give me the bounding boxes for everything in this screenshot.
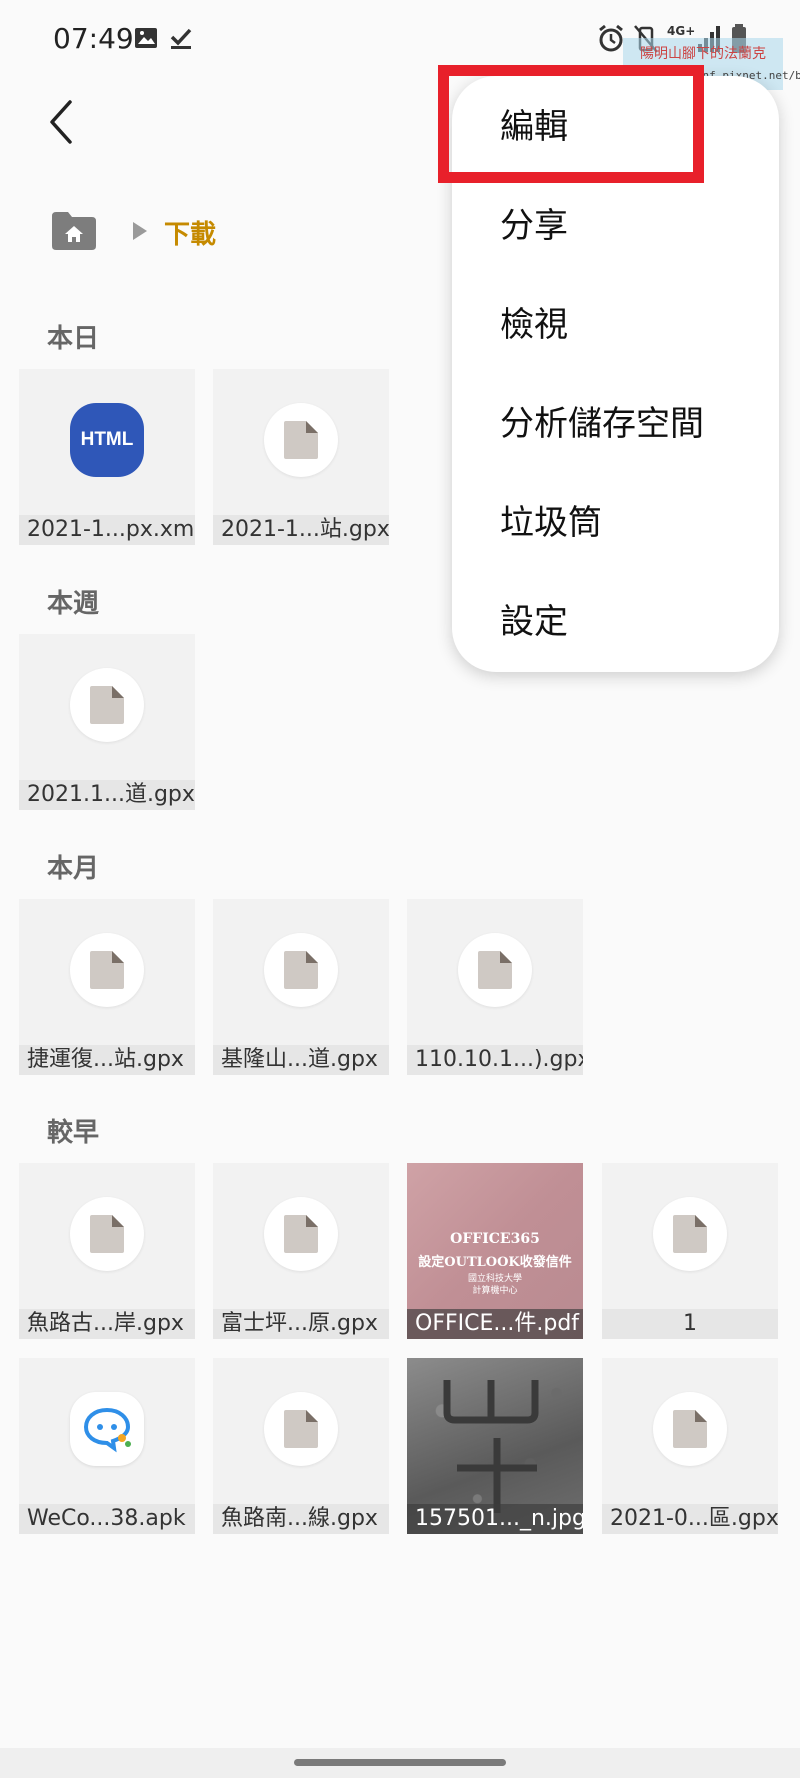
file-name: 魚路南...線.gpx [213,1504,389,1534]
menu-item-analyze-storage[interactable]: 分析儲存空間 [452,375,779,474]
html-file-icon: HTML [70,403,144,477]
file-name: WeCo...38.apk [19,1504,195,1534]
section-title-today: 本日 [47,324,100,354]
file-tile[interactable]: 1 [602,1163,778,1339]
file-tile[interactable]: WeCo...38.apk [19,1358,195,1534]
network-type-label: 4G+ [667,24,696,38]
file-name: 1 [602,1309,778,1339]
document-icon [264,1392,338,1466]
back-button[interactable] [40,96,84,148]
triangle-right-icon [133,222,147,240]
pdf-thumbnail-dept: 計算機中心 [472,1286,518,1296]
home-gesture-handle[interactable] [294,1759,506,1766]
pdf-thumbnail-subtitle: 設定OUTLOOK收發信件 [418,1255,572,1270]
document-icon [458,933,532,1007]
file-tile[interactable]: OFFICE365 設定OUTLOOK收發信件 國立科技大學 計算機中心 OFF… [407,1163,583,1339]
file-tile[interactable]: 基隆山...道.gpx [213,899,389,1075]
file-name: 2021.1...道.gpx [19,780,195,810]
section-title-this-week: 本週 [47,589,100,619]
file-name: 157501..._n.jpg [407,1504,583,1534]
file-tile[interactable]: HTML 2021-1...px.xml [19,369,195,545]
home-folder-icon[interactable] [50,210,98,252]
menu-item-share[interactable]: 分享 [452,177,779,276]
file-name: 魚路古...岸.gpx [19,1309,195,1339]
file-name: 富士坪...原.gpx [213,1309,389,1339]
file-manager-screen: 07:49 4G+ 陽明山腳下的法蘭克 下載 本日 HTML 2021-1...… [0,0,800,1778]
file-name: 2021-0...區.gpx [602,1504,778,1534]
highlight-annotation [438,65,704,183]
document-icon [653,1392,727,1466]
section-title-this-month: 本月 [47,854,100,884]
document-icon [653,1197,727,1271]
file-tile[interactable]: 157501..._n.jpg [407,1358,583,1534]
file-name: 基隆山...道.gpx [213,1045,389,1075]
menu-item-trash[interactable]: 垃圾筒 [452,474,779,573]
file-tile[interactable]: 捷運復...站.gpx [19,899,195,1075]
file-tile[interactable]: 2021-1...站.gpx [213,369,389,545]
document-icon [70,668,144,742]
file-name: 110.10.1...).gpx [407,1045,583,1075]
breadcrumb-current[interactable]: 下載 [164,214,216,251]
file-tile[interactable]: 魚路南...線.gpx [213,1358,389,1534]
chevron-left-icon [50,100,72,144]
file-tile[interactable]: 2021-0...區.gpx [602,1358,778,1534]
document-icon [70,933,144,1007]
file-tile[interactable]: 魚路古...岸.gpx [19,1163,195,1339]
file-tile[interactable]: 110.10.1...).gpx [407,899,583,1075]
pdf-thumbnail-title: OFFICE365 [450,1231,540,1247]
chat-app-icon [70,1392,144,1466]
watermark-title: 陽明山腳下的法蘭克 [640,46,766,62]
download-done-icon [170,28,192,49]
status-time: 07:49 [53,22,134,55]
file-tile[interactable]: 2021.1...道.gpx [19,634,195,810]
document-icon [264,403,338,477]
file-tile[interactable]: 富士坪...原.gpx [213,1163,389,1339]
menu-item-view[interactable]: 檢視 [452,276,779,375]
menu-item-settings[interactable]: 設定 [452,573,779,672]
file-name: 捷運復...站.gpx [19,1045,195,1075]
section-title-earlier: 較早 [47,1118,100,1148]
document-icon [70,1197,144,1271]
document-icon [264,933,338,1007]
file-name: 2021-1...站.gpx [213,515,389,545]
gallery-icon [135,28,157,48]
file-name: OFFICE...件.pdf [407,1309,583,1339]
alarm-icon [599,24,623,52]
document-icon [264,1197,338,1271]
file-name: 2021-1...px.xml [19,515,195,545]
